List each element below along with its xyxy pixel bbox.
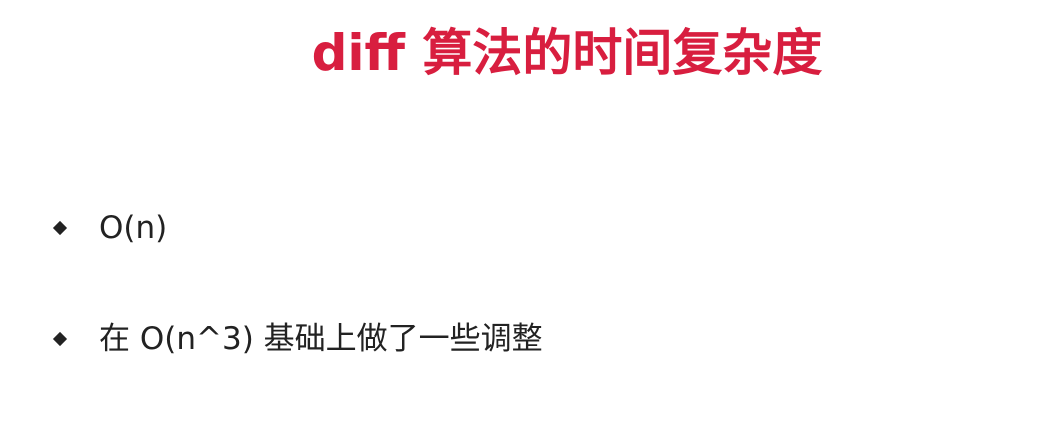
- bullet-text: O(n): [99, 210, 168, 246]
- bullet-item: 在 O(n^3) 基础上做了一些调整: [52, 311, 543, 367]
- bullet-list: O(n) 在 O(n^3) 基础上做了一些调整: [52, 200, 543, 422]
- slide: diff 算法的时间复杂度 O(n) 在 O(n^3) 基础上做了一些调整: [0, 0, 1064, 421]
- slide-title: diff 算法的时间复杂度: [311, 24, 823, 82]
- diamond-bullet-icon: [52, 220, 68, 236]
- bullet-text: 在 O(n^3) 基础上做了一些调整: [99, 321, 543, 357]
- diamond-bullet-icon: [52, 331, 68, 347]
- bullet-item: O(n): [52, 200, 543, 256]
